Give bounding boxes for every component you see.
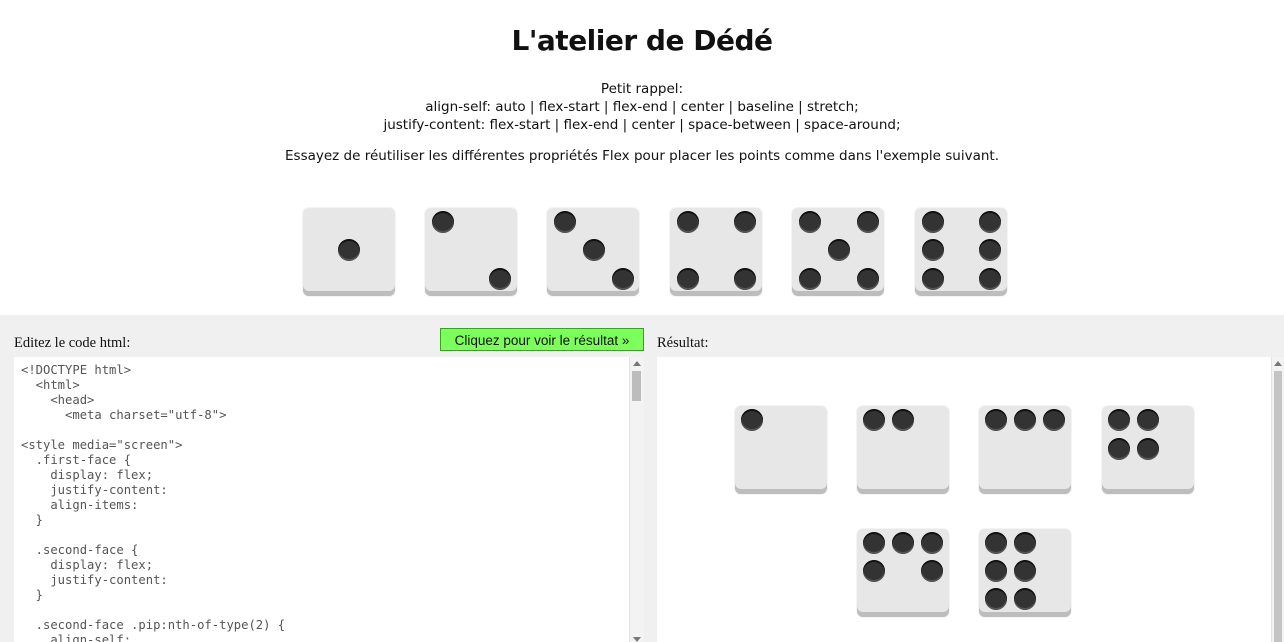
recap-block: Petit rappel: align-self: auto | flex-st… <box>0 80 1284 134</box>
pip <box>985 532 1007 554</box>
pip <box>828 239 850 261</box>
pip <box>734 211 756 233</box>
pip <box>1108 409 1130 431</box>
pip <box>922 239 944 261</box>
pip <box>979 211 1001 233</box>
pip <box>1014 560 1036 582</box>
scroll-thumb[interactable] <box>1274 371 1282 642</box>
pip <box>921 532 943 554</box>
result-scrollbar[interactable] <box>1271 357 1284 642</box>
pip <box>734 268 756 290</box>
result-die-4 <box>1102 406 1194 494</box>
pip <box>921 560 943 582</box>
result-die-5 <box>857 529 949 617</box>
pip <box>677 211 699 233</box>
example-die-6 <box>915 208 1007 296</box>
example-die-4 <box>670 208 762 296</box>
pip <box>892 409 914 431</box>
pip <box>922 211 944 233</box>
code-text[interactable]: <!DOCTYPE html> <html> <head> <meta char… <box>14 357 644 642</box>
pip <box>1014 588 1036 610</box>
recap-heading: Petit rappel: <box>600 81 684 97</box>
pip <box>489 268 511 290</box>
pip <box>985 588 1007 610</box>
pip <box>338 239 360 261</box>
result-die-1 <box>735 406 827 494</box>
example-die-5 <box>792 208 884 296</box>
code-editor[interactable]: <!DOCTYPE html> <html> <head> <meta char… <box>14 357 644 642</box>
scroll-up-icon[interactable] <box>1274 361 1282 366</box>
result-die-2 <box>857 406 949 494</box>
pip <box>1014 532 1036 554</box>
pip <box>741 409 763 431</box>
pip <box>1014 409 1036 431</box>
result-die-6 <box>979 529 1071 617</box>
pip <box>863 532 885 554</box>
pip <box>922 268 944 290</box>
pip <box>799 211 821 233</box>
result-label: Résultat: <box>657 335 709 351</box>
pip <box>612 268 634 290</box>
recap-align-self: align-self: auto | flex-start | flex-end… <box>425 99 859 115</box>
scroll-down-icon[interactable] <box>633 637 641 642</box>
pip <box>1043 409 1065 431</box>
scroll-thumb[interactable] <box>632 371 641 401</box>
example-die-2 <box>425 208 517 296</box>
instruction-text: Essayez de réutiliser les différentes pr… <box>285 148 999 164</box>
pip <box>985 409 1007 431</box>
pip <box>799 268 821 290</box>
editor-label: Editez le code html: <box>14 335 131 351</box>
pip <box>857 211 879 233</box>
pip <box>432 211 454 233</box>
result-frame <box>657 357 1284 642</box>
run-button[interactable]: Cliquez pour voir le résultat » <box>440 328 644 351</box>
pip <box>863 409 885 431</box>
pip <box>985 560 1007 582</box>
pip <box>1137 438 1159 460</box>
pip <box>979 268 1001 290</box>
pip <box>892 532 914 554</box>
pip <box>863 560 885 582</box>
scroll-up-icon[interactable] <box>633 361 641 366</box>
pip <box>677 268 699 290</box>
pip <box>554 211 576 233</box>
example-die-3 <box>547 208 639 296</box>
pip <box>979 239 1001 261</box>
pip <box>857 268 879 290</box>
pip <box>1108 438 1130 460</box>
result-die-3 <box>979 406 1071 494</box>
pip <box>1137 409 1159 431</box>
editor-scrollbar[interactable] <box>629 357 644 642</box>
pip <box>583 239 605 261</box>
page-title: L'atelier de Dédé <box>511 24 773 57</box>
recap-justify-content: justify-content: flex-start | flex-end |… <box>383 117 901 133</box>
example-die-1 <box>303 208 395 296</box>
